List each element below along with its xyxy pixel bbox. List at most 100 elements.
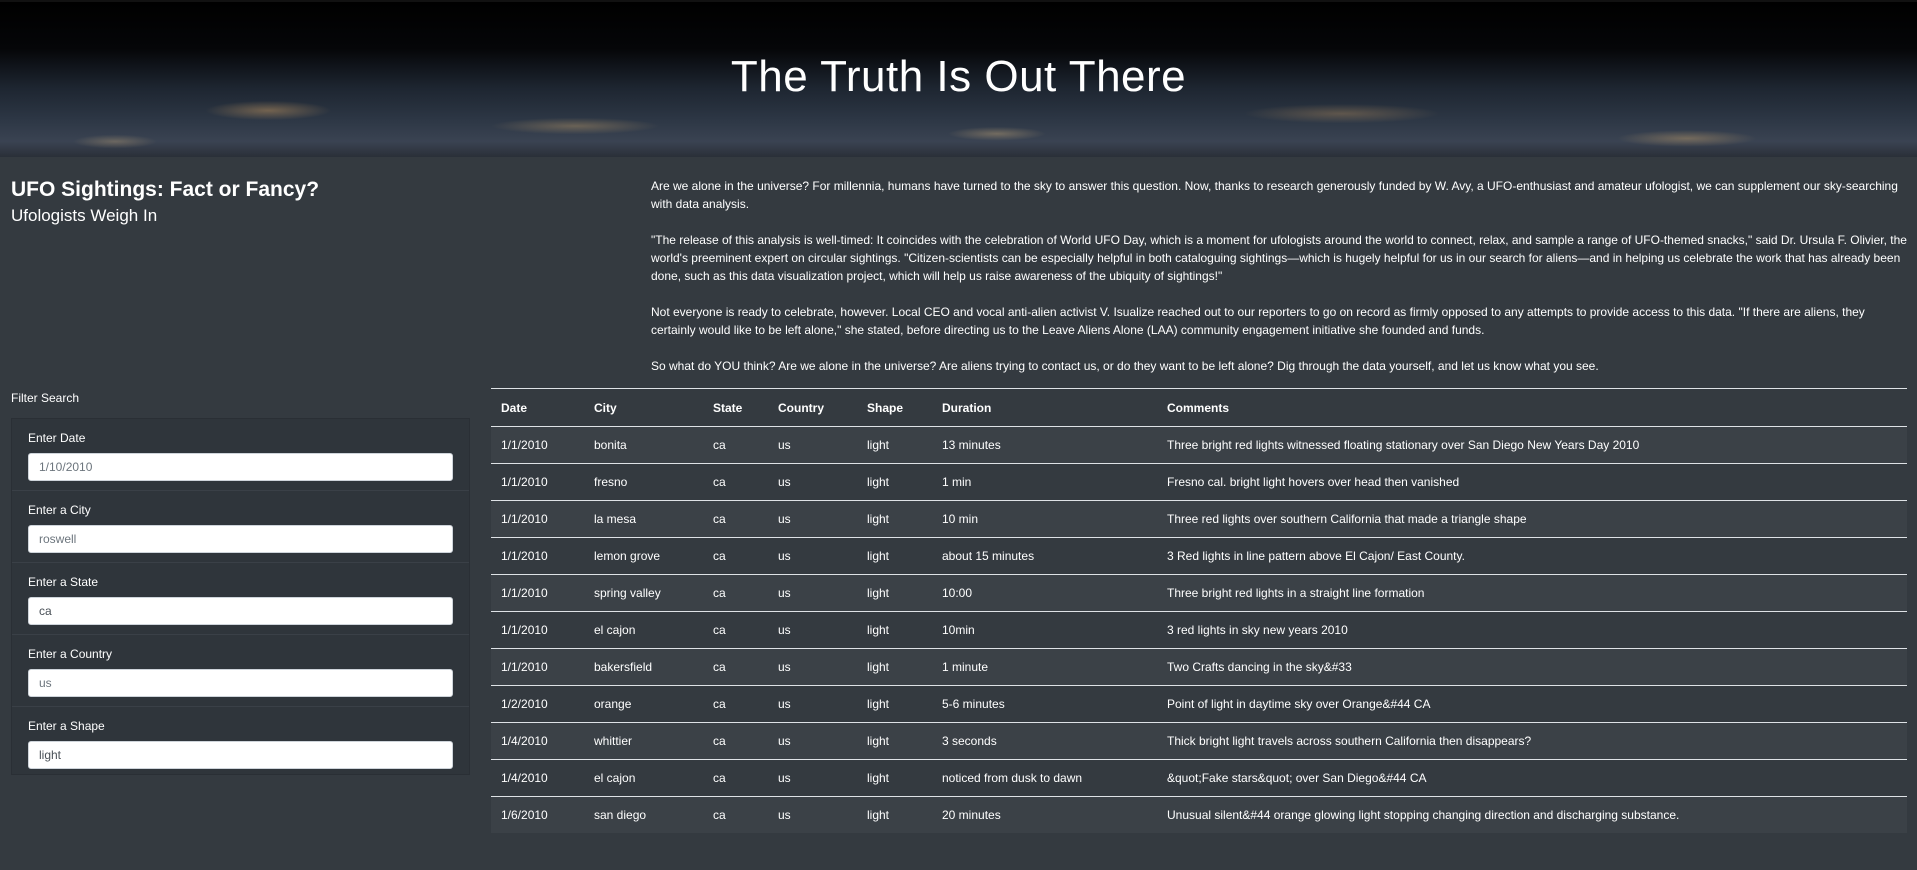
ufo-table-container: Date City State Country Shape Duration C… <box>491 388 1907 833</box>
filter-panel: Enter Date Enter a City Enter a State En… <box>11 418 470 775</box>
column-header-city[interactable]: City <box>584 388 703 427</box>
cell-shape: light <box>857 426 932 464</box>
cell-shape: light <box>857 574 932 612</box>
cell-country: us <box>768 426 857 464</box>
cell-duration: 10 min <box>932 500 1157 538</box>
article-body: Are we alone in the universe? For millen… <box>651 177 1907 393</box>
shape-label: Enter a Shape <box>28 719 105 733</box>
filter-item-date: Enter Date <box>12 419 469 491</box>
cell-state: ca <box>703 611 768 649</box>
cell-date: 1/4/2010 <box>491 759 584 797</box>
column-header-state[interactable]: State <box>703 388 768 427</box>
ufo-table: Date City State Country Shape Duration C… <box>491 388 1907 833</box>
cell-city: el cajon <box>584 759 703 797</box>
cell-country: us <box>778 808 791 822</box>
cell-duration: 20 minutes <box>942 808 1001 822</box>
cell-state: ca <box>703 463 768 501</box>
cell-state: ca <box>703 685 768 723</box>
cell-date: 1/1/2010 <box>491 611 584 649</box>
cell-duration: 1 min <box>932 463 1157 501</box>
table-row: 1/1/2010 spring valley ca us light 10:00 Three… <box>491 574 1907 612</box>
cell-country: us <box>768 759 857 797</box>
article-subtitle: Ufologists Weigh In <box>11 206 158 225</box>
table-row: 1/1/2010 bakersfield ca us light 1 minute Two … <box>491 648 1907 686</box>
cell-state: ca <box>703 722 768 760</box>
cell-shape: light <box>857 500 932 538</box>
cell-city: spring valley <box>584 574 703 612</box>
cell-state: ca <box>703 500 768 538</box>
table-row: 1/1/2010 el cajon ca us light 10min 3 red ligh… <box>491 611 1907 649</box>
cell-comments: Three red lights over southern Californi… <box>1157 500 1907 538</box>
cell-country: us <box>768 463 857 501</box>
cell-date: 1/1/2010 <box>491 648 584 686</box>
date-input[interactable] <box>28 453 453 481</box>
country-label: Enter a Country <box>28 647 113 661</box>
column-header-date[interactable]: Date <box>491 388 584 427</box>
article-paragraph: So what do YOU think? Are we alone in th… <box>651 359 1599 373</box>
cell-city: san diego <box>594 808 647 822</box>
country-input[interactable] <box>28 669 453 697</box>
state-label: Enter a State <box>28 575 99 589</box>
table-row: 1/1/2010 fresno ca us light 1 min Fresno cal. … <box>491 463 1907 501</box>
cell-date: 1/1/2010 <box>491 574 584 612</box>
table-row: 1/2/2010 orange ca us light 5-6 minutes Point … <box>491 685 1907 723</box>
cell-comments: Three bright red lights witnessed floati… <box>1157 426 1907 464</box>
cell-city: bonita <box>584 426 703 464</box>
cell-date: 1/1/2010 <box>491 426 584 464</box>
shape-input[interactable] <box>28 741 453 769</box>
hero-banner: The Truth Is Out There <box>0 0 1917 157</box>
cell-date: 1/2/2010 <box>491 685 584 723</box>
cell-shape: light <box>857 611 932 649</box>
cell-comments: Fresno cal. bright light hovers over hea… <box>1157 463 1907 501</box>
cell-country: us <box>768 685 857 723</box>
cell-shape: light <box>857 685 932 723</box>
cell-city: lemon grove <box>584 537 703 575</box>
article-paragraph: Are we alone in the universe? For millen… <box>651 179 1898 211</box>
cell-shape: light <box>857 722 932 760</box>
cell-shape: light <box>857 759 932 797</box>
cell-shape: light <box>857 463 932 501</box>
city-input[interactable] <box>28 525 453 553</box>
cell-shape: light <box>867 808 890 822</box>
article-headline: UFO Sightings: Fact or Fancy? Ufologists… <box>11 178 319 226</box>
cell-duration: 3 seconds <box>932 722 1157 760</box>
column-header-duration[interactable]: Duration <box>932 388 1157 427</box>
cell-state: ca <box>703 574 768 612</box>
cell-duration: 10:00 <box>932 574 1157 612</box>
cell-comments: Two Crafts dancing in the sky&#33 <box>1157 648 1907 686</box>
cell-comments: 3 red lights in sky new years 2010 <box>1157 611 1907 649</box>
cell-country: us <box>768 648 857 686</box>
cell-duration: 13 minutes <box>932 426 1157 464</box>
cell-comments: Point of light in daytime sky over Orang… <box>1157 685 1907 723</box>
hero-title: The Truth Is Out There <box>730 52 1187 101</box>
cell-state: ca <box>713 808 726 822</box>
article-paragraph: "The release of this analysis is well-ti… <box>651 233 1907 283</box>
cell-city: la mesa <box>584 500 703 538</box>
cell-comments: 3 Red lights in line pattern above El Ca… <box>1157 537 1907 575</box>
cell-duration: 10min <box>932 611 1157 649</box>
cell-country: us <box>768 500 857 538</box>
filter-item-city: Enter a City <box>12 491 469 563</box>
article-title: UFO Sightings: Fact or Fancy? <box>11 178 320 201</box>
column-header-comments[interactable]: Comments <box>1157 388 1907 427</box>
cell-state: ca <box>703 648 768 686</box>
column-header-country[interactable]: Country <box>768 388 857 427</box>
column-header-shape[interactable]: Shape <box>857 388 932 427</box>
cell-shape: light <box>857 537 932 575</box>
table-row: 1/1/2010 bonita ca us light 13 minutes Three b… <box>491 426 1907 464</box>
cell-city: fresno <box>584 463 703 501</box>
state-input[interactable] <box>28 597 453 625</box>
cell-country: us <box>768 537 857 575</box>
cell-state: ca <box>703 759 768 797</box>
cell-city: el cajon <box>584 611 703 649</box>
cell-comments: Three bright red lights in a straight li… <box>1157 574 1907 612</box>
table-body: 1/1/2010 bonita ca us light 13 minutes Three b… <box>491 426 1907 833</box>
cell-comments: &quot;Fake stars&quot; over San Diego&#4… <box>1157 759 1907 797</box>
cell-comments: Thick bright light travels across southe… <box>1157 722 1907 760</box>
cell-date: 1/4/2010 <box>491 722 584 760</box>
article-paragraph: Not everyone is ready to celebrate, howe… <box>651 305 1865 337</box>
table-row: 1/4/2010 whittier ca us light 3 seconds Thick … <box>491 722 1907 760</box>
filter-item-shape: Enter a Shape <box>12 707 469 779</box>
filter-item-state: Enter a State <box>12 563 469 635</box>
cell-duration: about 15 minutes <box>932 537 1157 575</box>
